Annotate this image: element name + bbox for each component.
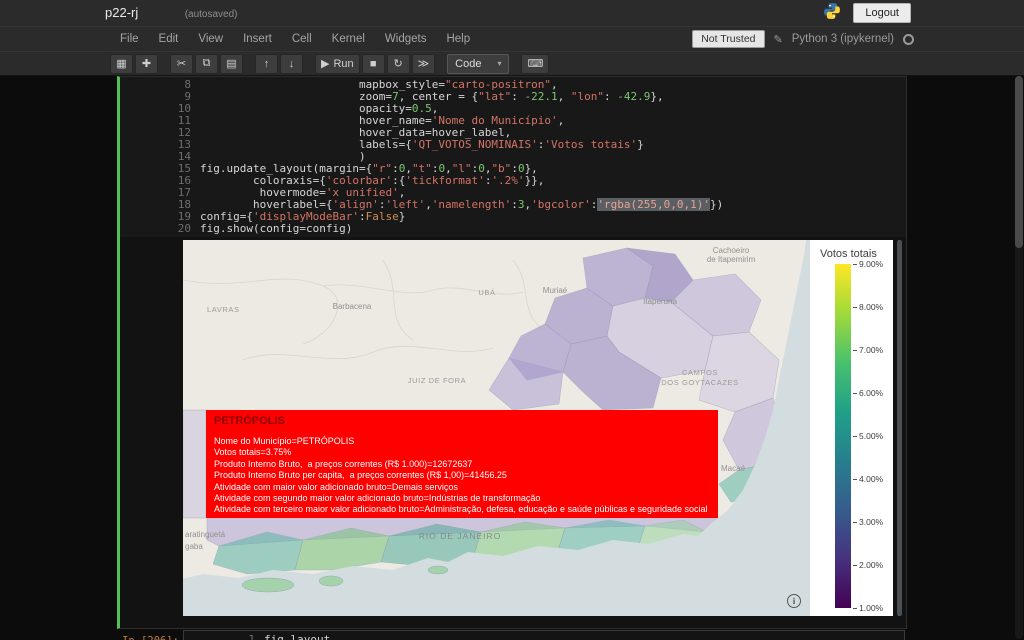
copy-cell-button[interactable]: ⧉: [195, 53, 218, 74]
menu-insert[interactable]: Insert: [233, 29, 282, 49]
header: p22-rj (autosaved) Logout: [0, 0, 1024, 26]
menu-items: File Edit View Insert Cell Kernel Widgets Help: [110, 29, 480, 49]
menu-kernel[interactable]: Kernel: [322, 29, 375, 49]
tooltip-line: Atividade com terceiro maior valor adici…: [214, 504, 708, 515]
save-button[interactable]: ▦: [110, 53, 133, 74]
colorbar-tick: 2.00%: [853, 560, 883, 570]
not-trusted-badge[interactable]: Not Trusted: [692, 30, 765, 48]
output-scrollbar[interactable]: [897, 240, 902, 616]
menu-cell[interactable]: Cell: [282, 29, 322, 49]
menu-view[interactable]: View: [188, 29, 233, 49]
title-area: p22-rj (autosaved): [105, 4, 238, 22]
cell-type-select[interactable]: Code ▾: [447, 53, 510, 74]
tooltip-title: PETRÓPOLIS: [214, 415, 285, 427]
colorbar-tick: 4.00%: [853, 474, 883, 484]
toolbar: ▦ ✚ ✂ ⧉ ▤ ↑ ↓ ▶ Run ■ ↻ ≫ Code ▾ ⌨: [0, 51, 1024, 76]
tooltip-lines: Nome do Município=PETRÓPOLIS Votos totais…: [214, 436, 710, 516]
notebook-title[interactable]: p22-rj: [105, 5, 138, 20]
interrupt-kernel-button[interactable]: ■: [361, 53, 385, 74]
run-button[interactable]: ▶ Run: [315, 53, 360, 74]
menubar: File Edit View Insert Cell Kernel Widgets Help …: [0, 26, 1024, 51]
next-cell-row: In [206]: 1 fig_layout: [117, 630, 905, 640]
in-prompt: In [206]:: [117, 630, 183, 640]
colorbar-gradient: [835, 264, 851, 608]
move-down-button[interactable]: ↓: [280, 53, 303, 74]
jupyter-window: p22-rj (autosaved) Logout File Edit View In…: [0, 0, 1024, 640]
tooltip-line: Nome do Município=PETRÓPOLIS: [214, 436, 355, 446]
colorbar-tick: 9.00%: [853, 259, 883, 269]
menu-widgets[interactable]: Widgets: [375, 29, 437, 49]
tooltip-line: Produto Interno Bruto per capita, a preç…: [214, 470, 507, 481]
next-code-cell[interactable]: 1 fig_layout: [183, 630, 905, 640]
notebook-area: 8 mapbox_style="carto-positron", 9 zoom=7…: [0, 76, 1024, 640]
code-editor[interactable]: 8 mapbox_style="carto-positron", 9 zoom=7…: [120, 79, 906, 235]
colorbar-tick: 8.00%: [853, 302, 883, 312]
selected-code-cell: 8 mapbox_style="carto-positron", 9 zoom=7…: [117, 76, 907, 629]
hover-tooltip: PETRÓPOLIS Nome do Município=PETRÓPOLIS V…: [206, 410, 718, 518]
colorbar-tick: 7.00%: [853, 345, 883, 355]
colorbar-tick: 3.00%: [853, 517, 883, 527]
tooltip-line: Votos totais=3.75%: [214, 447, 292, 458]
cell-output: Cachoeiro de Itapemirim UBÁ Muriaé Itaperuna…: [183, 240, 893, 616]
paste-cell-button[interactable]: ▤: [220, 53, 243, 74]
menu-help[interactable]: Help: [436, 29, 480, 49]
colorbar-tick: 1.00%: [853, 603, 883, 613]
tooltip-line: Produto Interno Bruto, a preços corrente…: [214, 458, 473, 469]
restart-kernel-button[interactable]: ↻: [386, 53, 410, 74]
autosave-status: (autosaved): [184, 9, 238, 20]
colorbar: Votos totais 9.00% 8.00% 7.00% 6.00% 5.00% 4.…: [810, 240, 893, 616]
edit-mode-pencil-icon: ✎: [773, 33, 783, 46]
tooltip-line: Atividade com maior valor adicionado bru…: [214, 481, 458, 492]
next-cell-code: fig_layout: [264, 633, 331, 640]
cut-cell-button[interactable]: ✂: [170, 53, 193, 74]
menu-edit[interactable]: Edit: [149, 29, 189, 49]
page-scrollbar-thumb[interactable]: [1015, 76, 1023, 248]
kernel-name: Python 3 (ipykernel): [791, 33, 894, 45]
kernel-status-icon: [903, 33, 914, 45]
restart-run-all-button[interactable]: ≫: [411, 53, 436, 74]
menu-file[interactable]: File: [110, 29, 149, 49]
python-logo-icon: [823, 2, 841, 25]
cell-input: 8 mapbox_style="carto-positron", 9 zoom=7…: [120, 77, 906, 237]
colorbar-tick: 5.00%: [853, 431, 883, 441]
logout-button[interactable]: Logout: [853, 3, 911, 23]
menubar-right: Not Trusted ✎ Python 3 (ipykernel): [692, 30, 914, 48]
code-line: 20 fig.show(config=config): [177, 222, 353, 235]
tooltip-line: Atividade com segundo maior valor adicio…: [214, 493, 541, 504]
plotly-info-icon[interactable]: i: [787, 594, 801, 608]
page-scrollbar[interactable]: [1015, 76, 1023, 639]
colorbar-tick: 6.00%: [853, 388, 883, 398]
next-cell-line-number: 1: [248, 633, 255, 640]
command-palette-button[interactable]: ⌨: [521, 53, 550, 74]
header-right: Logout: [823, 2, 911, 25]
move-up-button[interactable]: ↑: [255, 53, 278, 74]
add-cell-button[interactable]: ✚: [135, 53, 158, 74]
